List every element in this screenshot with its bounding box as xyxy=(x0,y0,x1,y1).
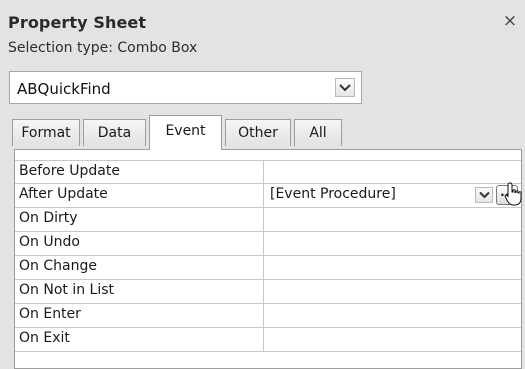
tab-data[interactable]: Data xyxy=(83,119,146,146)
property-value-text: [Event Procedure] xyxy=(270,186,396,202)
property-row-on-undo[interactable]: On Undo xyxy=(15,232,521,256)
combo-dropdown-button[interactable] xyxy=(335,78,355,97)
property-label: On Undo xyxy=(19,234,80,250)
selection-combo-box[interactable]: ABQuickFind xyxy=(9,71,362,104)
property-label: On Change xyxy=(19,258,97,274)
close-icon[interactable]: × xyxy=(501,12,519,30)
property-grid: Before Update After Update [Event Proced… xyxy=(14,149,522,369)
tab-format[interactable]: Format xyxy=(12,119,80,146)
property-value-field[interactable] xyxy=(263,208,521,231)
selection-type-label: Selection type: Combo Box xyxy=(8,40,198,56)
property-row-on-dirty[interactable]: On Dirty xyxy=(15,208,521,232)
property-tabs: Format Data Event Other All xyxy=(12,115,342,150)
tab-all[interactable]: All xyxy=(294,119,342,146)
tab-other[interactable]: Other xyxy=(225,119,291,146)
property-row-on-change[interactable]: On Change xyxy=(15,256,521,280)
tab-event[interactable]: Event xyxy=(149,115,222,150)
property-value-field[interactable] xyxy=(263,304,521,327)
chevron-down-icon xyxy=(479,191,490,199)
property-label: On Not in List xyxy=(19,282,115,298)
selection-combo-value: ABQuickFind xyxy=(17,80,111,98)
property-value-field[interactable] xyxy=(263,232,521,255)
property-value-field[interactable] xyxy=(263,328,521,351)
property-value-field[interactable] xyxy=(263,280,521,303)
property-label: On Exit xyxy=(19,330,70,346)
property-value-field[interactable] xyxy=(263,256,521,279)
mouse-cursor-hand-icon xyxy=(504,182,522,206)
property-label: Before Update xyxy=(19,163,120,179)
property-sheet-title: Property Sheet xyxy=(8,13,147,32)
property-value-field[interactable] xyxy=(263,161,521,184)
property-row-after-update[interactable]: After Update [Event Procedure] ... xyxy=(15,184,521,208)
property-row-before-update[interactable]: Before Update xyxy=(15,160,521,184)
property-label: After Update xyxy=(19,186,108,202)
chevron-down-icon xyxy=(339,84,351,92)
property-row-on-not-in-list[interactable]: On Not in List xyxy=(15,280,521,304)
property-dropdown-button[interactable] xyxy=(475,187,493,203)
property-row-on-enter[interactable]: On Enter xyxy=(15,304,521,328)
property-row-on-exit[interactable]: On Exit xyxy=(15,328,521,352)
property-label: On Enter xyxy=(19,306,81,322)
property-label: On Dirty xyxy=(19,210,78,226)
